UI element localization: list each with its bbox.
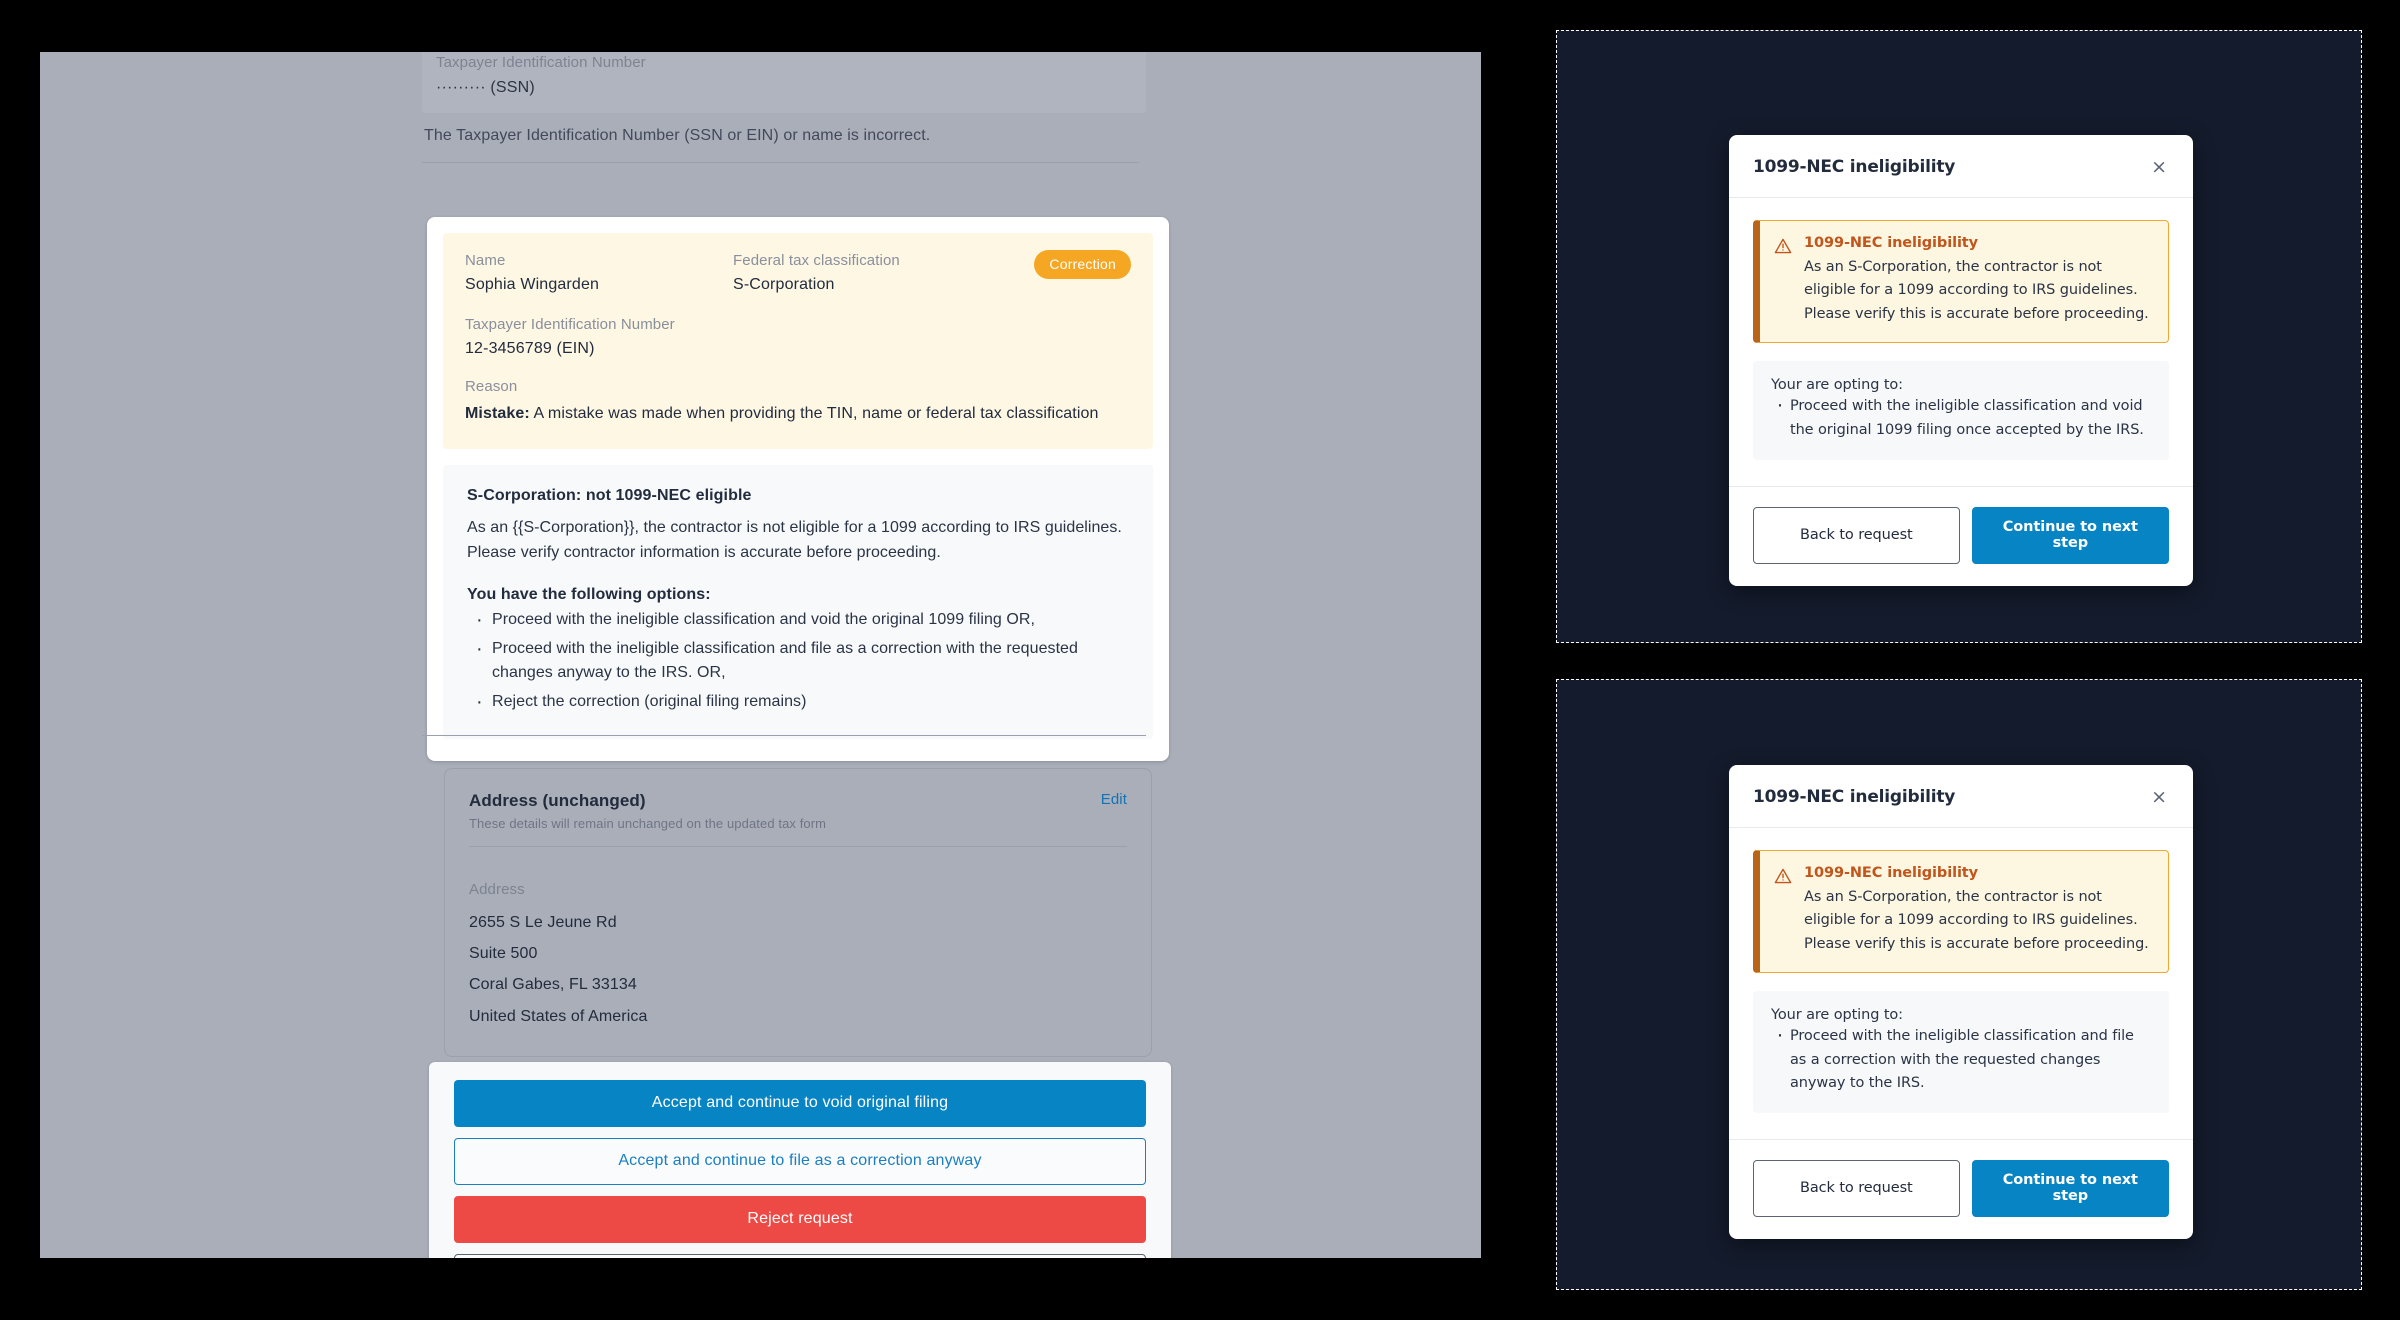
opting-summary-box: Your are opting to: Proceed with the ine… [1753, 991, 2169, 1114]
reason-label: Reason [465, 378, 518, 395]
screenshot-stage: Taxpayer Identification Number ·········… [0, 0, 2400, 1320]
ineligibility-modal-correction: 1099-NEC ineligibility × 1099-NEC inelig… [1729, 765, 2193, 1240]
continue-to-next-step-button[interactable]: Continue to next step [1971, 506, 2169, 564]
modal-footer: Back to request Continue to next step [1729, 485, 2193, 586]
faded-tin-value: ········· (SSN) [436, 79, 535, 96]
modal-body: 1099-NEC ineligibility As an S-Corporati… [1729, 828, 2193, 1119]
faded-tin-note: The Taxpayer Identification Number (SSN … [424, 127, 931, 144]
opting-title: Your are opting to: [1771, 377, 1903, 394]
address-subtitle: These details will remain unchanged on t… [469, 816, 827, 831]
alert-text: As an S-Corporation, the contractor is n… [1804, 259, 2149, 322]
section-divider [422, 735, 1146, 736]
modal-body: 1099-NEC ineligibility As an S-Corporati… [1729, 198, 2193, 466]
continue-to-next-step-button[interactable]: Continue to next step [1971, 1160, 2169, 1218]
warning-triangle-icon [1774, 237, 1792, 326]
reason-value: Mistake: A mistake was made when providi… [465, 402, 1131, 427]
address-divider [469, 846, 1127, 847]
modal-title: 1099-NEC ineligibility [1753, 157, 1956, 177]
correction-card: Correction Name Sophia Wingarden Federal… [427, 217, 1169, 761]
reject-request-button[interactable]: Reject request [454, 1196, 1146, 1243]
accept-void-original-filing-button[interactable]: Accept and continue to void original fil… [454, 1080, 1146, 1127]
faded-tin-label: Taxpayer Identification Number [436, 54, 646, 71]
options-list: Proceed with the ineligible classificati… [467, 605, 1129, 718]
alert-text: As an S-Corporation, the contractor is n… [1804, 889, 2149, 952]
name-field: Name Sophia Wingarden [465, 252, 733, 294]
tin-label: Taxpayer Identification Number [465, 316, 675, 333]
reason-field: Reason Mistake: A mistake was made when … [465, 378, 1131, 427]
back-to-request-button[interactable]: Back to request [1753, 506, 1960, 564]
accept-file-as-correction-button[interactable]: Accept and continue to file as a correct… [454, 1138, 1146, 1185]
address-card: Address (unchanged) These details will r… [444, 768, 1152, 1057]
faded-background-form: Taxpayer Identification Number ·········… [422, 52, 1146, 163]
ineligibility-modal-void: 1099-NEC ineligibility × 1099-NEC inelig… [1729, 135, 2193, 586]
faded-tin-field: Taxpayer Identification Number ·········… [422, 52, 1146, 113]
ineligibility-alert: 1099-NEC ineligibility As an S-Corporati… [1753, 850, 2169, 974]
address-line: 2655 S Le Jeune Rd [469, 914, 617, 931]
eligibility-info-box: S-Corporation: not 1099-NEC eligible As … [443, 464, 1153, 739]
close-icon[interactable]: × [2149, 157, 2169, 177]
close-icon[interactable]: × [2149, 787, 2169, 807]
alert-title: 1099-NEC ineligibility [1804, 235, 1978, 251]
list-item: Proceed with the ineligible classificati… [469, 634, 1129, 687]
reason-prefix: Mistake: [465, 405, 530, 422]
options-title: You have the following options: [467, 585, 711, 603]
modal-header: 1099-NEC ineligibility × [1729, 135, 2193, 198]
alert-title: 1099-NEC ineligibility [1804, 865, 1978, 881]
list-item: Proceed with the ineligible classificati… [469, 605, 1129, 636]
left-app-panel: Taxpayer Identification Number ·········… [40, 52, 1481, 1258]
tin-value: 12-3456789 (EIN) [465, 340, 595, 357]
name-label: Name [465, 252, 506, 269]
address-line: United States of America [469, 1007, 648, 1025]
cancel-button[interactable]: Cancel [454, 1254, 1146, 1258]
warning-triangle-icon [1774, 867, 1792, 956]
list-item: Proceed with the ineligible classificati… [1771, 1021, 2151, 1095]
opting-summary-box: Your are opting to: Proceed with the ine… [1753, 361, 2169, 460]
list-item: Reject the correction (original filing r… [469, 687, 1129, 718]
edit-address-link[interactable]: Edit [1101, 791, 1127, 808]
opting-list: Proceed with the ineligible classificati… [1771, 1021, 2151, 1095]
list-item: Proceed with the ineligible classificati… [1771, 391, 2151, 441]
address-line: Suite 500 [469, 945, 538, 963]
name-value: Sophia Wingarden [465, 276, 600, 293]
faded-divider [422, 162, 1139, 163]
modal-title: 1099-NEC ineligibility [1753, 787, 1956, 807]
ineligibility-alert: 1099-NEC ineligibility As an S-Corporati… [1753, 220, 2169, 344]
address-title: Address (unchanged) [469, 791, 646, 810]
opting-title: Your are opting to: [1771, 1007, 1903, 1024]
back-to-request-button[interactable]: Back to request [1753, 1160, 1960, 1218]
tin-field: Taxpayer Identification Number 12-345678… [465, 316, 1131, 358]
action-buttons-card: Accept and continue to void original fil… [429, 1062, 1171, 1258]
modal-footer: Back to request Continue to next step [1729, 1139, 2193, 1239]
status-badge-correction: Correction [1034, 250, 1131, 279]
info-title: S-Corporation: not 1099-NEC eligible [467, 486, 752, 504]
address-label: Address [469, 881, 525, 898]
opting-list: Proceed with the ineligible classificati… [1771, 391, 2151, 441]
modal-header: 1099-NEC ineligibility × [1729, 765, 2193, 828]
info-paragraph: As an {{S-Corporation}}, the contractor … [467, 518, 1122, 561]
reason-text: A mistake was made when providing the TI… [529, 405, 1099, 422]
correction-highlight-block: Correction Name Sophia Wingarden Federal… [443, 233, 1153, 449]
address-line: Coral Gabes, FL 33134 [469, 976, 637, 994]
